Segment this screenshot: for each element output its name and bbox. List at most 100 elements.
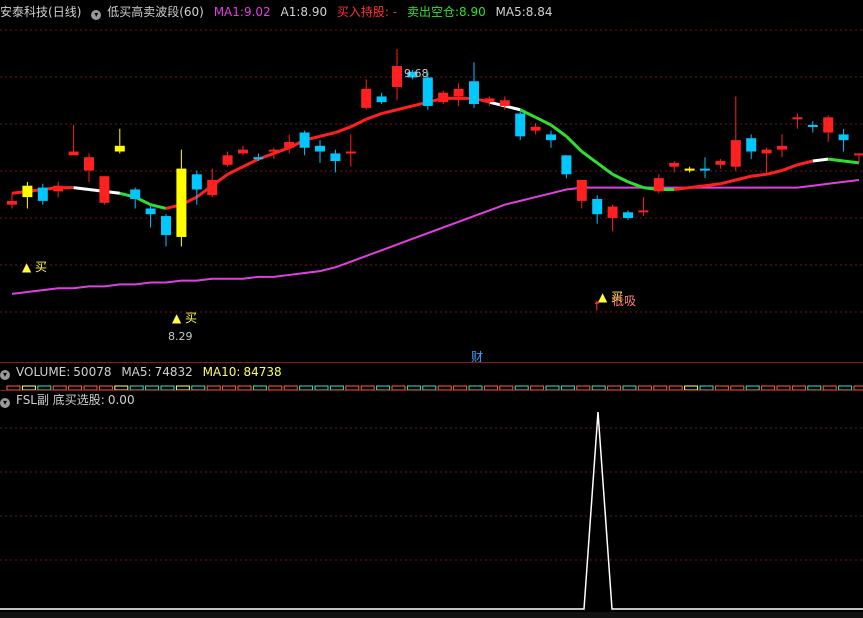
volume-ma5-value: 74832: [154, 365, 193, 379]
band-line-segment: [812, 157, 829, 163]
volume-toggle-icon[interactable]: ▾: [0, 370, 10, 380]
band-line-segment: [766, 169, 783, 176]
band-line-segment: [580, 150, 599, 165]
sell-label: 卖出空仓:: [406, 5, 459, 19]
candle-body: [438, 92, 449, 103]
band-line-segment: [319, 131, 336, 138]
a1-label: A1:: [280, 5, 301, 19]
candle-body: [207, 180, 218, 196]
candle-body: [854, 153, 863, 156]
candle-body: [361, 88, 372, 108]
candle-body: [499, 100, 510, 106]
band-line-segment: [596, 161, 614, 176]
candle-body: [284, 142, 295, 148]
volume-ma5-label: MA5:: [121, 365, 152, 379]
candle-body: [607, 206, 618, 218]
band-line-segment: [350, 117, 367, 129]
buy-hold-label: 买入持股: -: [336, 5, 398, 19]
candle-body: [807, 124, 818, 127]
ma5-value: 8.84: [525, 5, 553, 19]
candle-body: [561, 155, 572, 175]
candle-body: [453, 88, 464, 97]
candle-body: [469, 81, 479, 105]
buy-signal-text-2: ▲ 买: [172, 311, 198, 325]
a1-value: 8.90: [300, 5, 328, 19]
fsl-sub-chart[interactable]: [0, 408, 863, 612]
candlestick-chart[interactable]: [0, 20, 863, 360]
candle-body: [7, 200, 17, 205]
ma5-label: MA5:: [495, 5, 526, 19]
date-axis-strip: [0, 612, 863, 618]
volume-header: ▾ VOLUME: 50078 MA5: 74832 MA10: 84738: [0, 364, 288, 380]
candle-body: [53, 185, 64, 192]
candle-body: [653, 178, 664, 192]
sub-toggle-icon[interactable]: ▾: [0, 398, 10, 408]
candle-body: [130, 189, 141, 199]
band-line-segment: [534, 115, 552, 127]
indicator-name[interactable]: 低买高卖波段(60): [107, 5, 204, 19]
band-line-segment: [150, 203, 167, 210]
band-line-segment: [396, 104, 413, 112]
candle-body: [684, 168, 695, 171]
dixi-label: 低吸: [612, 294, 637, 308]
candle-body: [761, 149, 772, 154]
candle-body: [484, 98, 495, 103]
candle-body: [268, 149, 279, 152]
candle-body: [730, 140, 741, 167]
volume-ma10-value: 84738: [243, 365, 282, 379]
candle-body: [530, 126, 541, 131]
candle-body: [792, 117, 803, 120]
high-price-label: 9.68: [404, 67, 429, 80]
candle-body: [376, 96, 387, 103]
band-line-segment: [674, 186, 690, 191]
candle-body: [823, 117, 834, 133]
candle-body: [638, 210, 649, 213]
candle-body: [592, 198, 603, 215]
band-line-segment: [735, 174, 752, 182]
candle-body: [546, 134, 556, 141]
band-line-segment: [611, 172, 629, 184]
candle-body: [700, 168, 710, 171]
candle-body: [238, 149, 248, 154]
panel-separator-2: [0, 390, 863, 391]
band-line-segment: [242, 157, 260, 169]
sub-indicator-header: ▾ FSL副 底买选股: 0.00: [0, 392, 141, 408]
band-line-segment: [334, 125, 352, 134]
main-chart-header: 安泰科技(日线) ▾ 低买高卖波段(60) MA1:9.02 A1:8.90 买入…: [0, 4, 559, 20]
band-line-segment: [797, 159, 814, 167]
volume-value: 50078: [73, 365, 112, 379]
band-line-segment: [381, 108, 398, 116]
buy-signal-text-1: ▲ 买: [22, 260, 48, 274]
sub-label: FSL副 底买选股:: [16, 393, 105, 407]
candle-body: [576, 180, 587, 201]
candle-body: [161, 216, 171, 236]
sub-value: 0.00: [107, 393, 135, 407]
volume-label: VOLUME:: [16, 365, 71, 379]
stock-name[interactable]: 安泰科技: [0, 5, 48, 19]
candle-body: [515, 113, 526, 137]
candle-body: [669, 162, 680, 167]
band-line-segment: [365, 112, 383, 121]
period-label[interactable]: (日线): [48, 5, 81, 19]
band-line-segment: [504, 104, 521, 112]
candle-body: [422, 77, 433, 106]
ma1-label: MA1:: [213, 5, 244, 19]
candle-body: [777, 145, 787, 150]
ma1-value: 9.02: [243, 5, 271, 19]
candle-body: [746, 138, 757, 152]
candle-body: [715, 161, 726, 165]
buy-text-1: 买: [35, 260, 48, 274]
candle-body: [345, 151, 356, 154]
candle-body: [145, 208, 156, 215]
candle-body: [392, 66, 402, 87]
up-arrow-icon: 🠕: [594, 299, 600, 314]
fsl-signal-line: [0, 411, 863, 610]
band-line-segment: [751, 172, 767, 178]
buy-text-2: 买: [185, 311, 198, 325]
indicator-toggle-icon[interactable]: ▾: [91, 10, 102, 20]
candle-body: [68, 151, 79, 156]
candle-body: [191, 174, 202, 190]
candle-body: [84, 157, 94, 171]
band-line-segment: [843, 159, 860, 165]
candle-body: [330, 153, 341, 162]
